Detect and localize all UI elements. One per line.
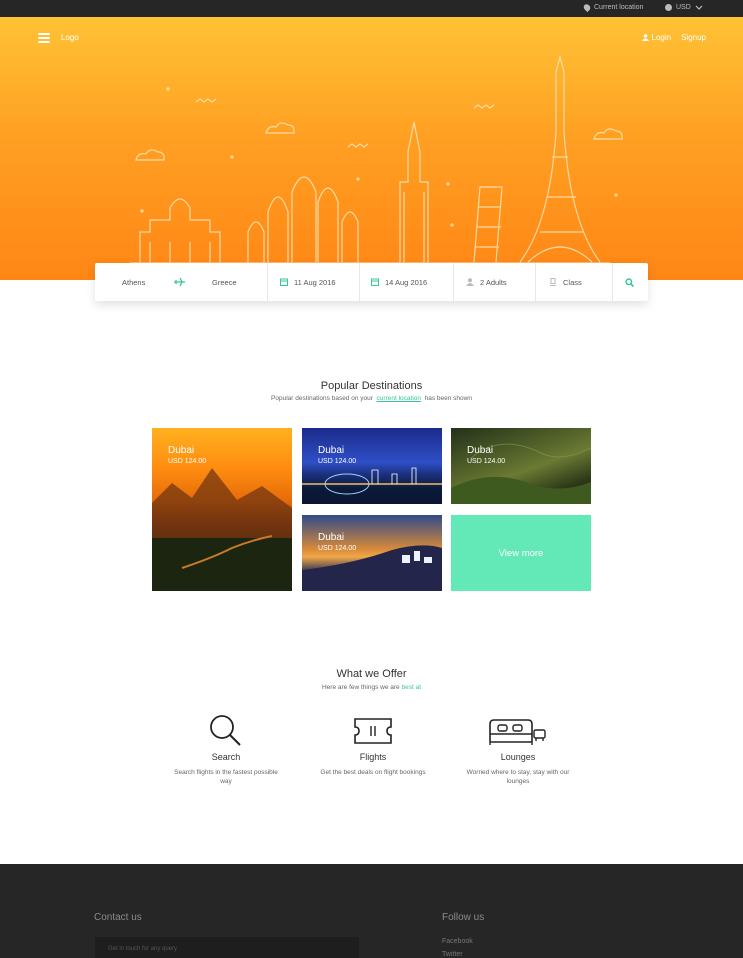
card-city: Dubai bbox=[467, 445, 494, 456]
city-night-image bbox=[302, 467, 442, 495]
city-skyline-illustration bbox=[130, 54, 623, 264]
offer-item-title: Search bbox=[211, 752, 241, 762]
offer-subtitle: Here are few things we are best at bbox=[321, 684, 421, 691]
destination-card[interactable]: Dubai USD 124.00 bbox=[152, 428, 292, 591]
card-city: Dubai bbox=[168, 445, 195, 456]
return-date-field[interactable]: 14 Aug 2016 bbox=[371, 263, 427, 301]
travellers-value: 2 Adults bbox=[480, 277, 507, 287]
return-date-value: 14 Aug 2016 bbox=[385, 277, 428, 287]
offer-item-lounges: Lounges Worried where to stay, stay with… bbox=[463, 714, 573, 786]
destination-card[interactable]: Dubai USD 124.00 bbox=[302, 428, 442, 504]
seat-icon bbox=[550, 278, 556, 286]
pin-icon bbox=[582, 2, 592, 13]
follow-title: Follow us bbox=[442, 912, 485, 923]
current-location-link[interactable]: Current location bbox=[582, 2, 644, 13]
card-city: Dubai bbox=[318, 445, 345, 456]
class-field[interactable]: Class bbox=[549, 263, 582, 301]
card-price: USD 124.00 bbox=[467, 458, 506, 465]
search-button[interactable] bbox=[625, 278, 634, 287]
plane-icon bbox=[174, 277, 185, 287]
search-icon bbox=[210, 715, 241, 746]
coastal-town-image bbox=[302, 545, 442, 591]
currency-label: USD bbox=[676, 4, 691, 11]
travellers-field[interactable]: 2 Adults bbox=[466, 263, 507, 301]
offer-item-title: Lounges bbox=[500, 752, 536, 762]
card-price: USD 124.00 bbox=[168, 458, 207, 465]
bed-icon bbox=[489, 719, 546, 745]
login-button[interactable]: Login bbox=[641, 33, 672, 42]
green-hills-image bbox=[451, 443, 591, 504]
offer-item-flights: Flights Get the best deals on flight boo… bbox=[318, 714, 428, 777]
card-city: Dubai bbox=[318, 532, 345, 543]
offer-item-search: Search Search flights in the fastest pos… bbox=[171, 714, 281, 786]
current-location-label: Current location bbox=[594, 4, 644, 11]
hamburger-menu-icon[interactable] bbox=[38, 33, 50, 43]
offer-item-desc: Worried where to stay, stay with our lou… bbox=[466, 769, 570, 785]
view-more-button[interactable]: View more bbox=[451, 515, 591, 591]
top-bar: Current location USD bbox=[0, 0, 743, 17]
to-field[interactable]: Greece bbox=[212, 263, 237, 301]
facebook-link[interactable]: Facebook bbox=[442, 938, 473, 945]
hero-banner: Logo Login Signup bbox=[0, 17, 743, 280]
depart-date-field[interactable]: 11 Aug 2016 bbox=[280, 263, 336, 301]
current-location-link[interactable]: current location bbox=[377, 395, 421, 402]
currency-selector[interactable]: USD bbox=[665, 4, 703, 11]
offer-item-title: Flights bbox=[359, 752, 387, 762]
from-field[interactable]: Athens bbox=[122, 263, 145, 301]
calendar-icon bbox=[280, 278, 288, 286]
offer-item-desc: Search flights in the fastest possible w… bbox=[174, 769, 278, 785]
depart-date-value: 11 Aug 2016 bbox=[294, 277, 336, 287]
user-icon bbox=[641, 34, 649, 42]
user-icon bbox=[466, 278, 474, 286]
footer: Contact us Get in touch for any query Fo… bbox=[0, 864, 743, 958]
class-value: Class bbox=[563, 277, 582, 287]
offer-title: What we Offer bbox=[336, 668, 407, 680]
destination-card[interactable]: Dubai USD 124.00 bbox=[302, 515, 442, 591]
contact-input[interactable]: Get in touch for any query bbox=[95, 937, 359, 958]
ticket-icon bbox=[354, 718, 392, 744]
destination-card[interactable]: Dubai USD 124.00 bbox=[451, 428, 591, 504]
logo[interactable]: Logo bbox=[61, 33, 79, 42]
popular-destinations-subtitle: Popular destinations based on your curre… bbox=[271, 395, 472, 402]
contact-title: Contact us bbox=[94, 912, 142, 923]
card-price: USD 124.00 bbox=[318, 458, 357, 465]
signup-button[interactable]: Signup bbox=[681, 33, 706, 42]
card-price: USD 124.00 bbox=[318, 545, 357, 552]
popular-destinations-title: Popular Destinations bbox=[320, 380, 423, 392]
calendar-icon bbox=[371, 278, 379, 286]
login-label: Login bbox=[651, 33, 672, 42]
twitter-link[interactable]: Twitter bbox=[442, 951, 463, 958]
chevron-down-icon bbox=[695, 5, 703, 10]
flight-search-bar: Athens Greece 11 Aug 2016 14 Aug 2016 2 … bbox=[95, 263, 648, 301]
offer-item-desc: Get the best deals on flight bookings bbox=[320, 769, 426, 776]
info-icon bbox=[665, 4, 672, 11]
